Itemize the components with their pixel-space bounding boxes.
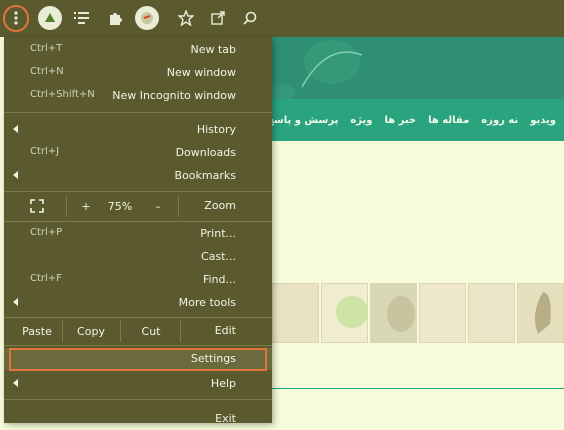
header-decoration [268,40,363,100]
browser-toolbar [0,0,564,37]
menu-item-new-incognito[interactable]: Ctrl+Shift+N New Incognito window [4,85,272,107]
menu-item-label: Print... [200,227,236,240]
paste-button[interactable]: Paste [12,320,62,342]
puzzle-extensions-icon[interactable] [103,6,127,30]
menu-separator [4,191,272,192]
menu-item-label: Downloads [175,146,236,159]
menu-item-edit: Paste Copy Cut Edit [4,320,272,342]
edit-divider [120,320,121,342]
submenu-arrow-icon [13,379,18,387]
menu-item-label: New window [166,66,236,79]
shortcut-label: Ctrl+N [30,66,64,77]
gallery-thumbnail[interactable] [419,283,466,343]
share-icon[interactable] [206,6,230,30]
profile-icon[interactable] [135,6,159,30]
menu-item-label: History [196,123,236,136]
menu-item-label: New Incognito window [112,89,236,102]
search-icon[interactable] [238,6,262,30]
nav-item[interactable]: ویدیو [530,115,556,126]
nav-item[interactable]: خبر ها [384,115,416,126]
nav-item[interactable]: پرسش و پاسخ [272,115,338,126]
gallery-thumbnail[interactable] [468,283,515,343]
shortcut-label: Ctrl+J [30,146,60,157]
menu-item-label: Find... [202,273,236,286]
menu-separator [4,221,272,222]
zoom-out-button[interactable]: – [146,195,170,217]
menu-item-history[interactable]: History [4,119,272,141]
zoom-divider [178,195,179,217]
menu-item-find[interactable]: Ctrl+F Find... [4,269,272,291]
submenu-arrow-icon [13,171,18,179]
kebab-highlight [3,5,29,32]
menu-item-downloads[interactable]: Ctrl+J Downloads [4,142,272,164]
menu-separator [4,112,272,113]
menu-item-new-tab[interactable]: Ctrl+T New tab [4,39,272,61]
settings-highlight [9,348,267,371]
site-nav: پرسش و پاسخ ویژه خبر ها مقاله ها نه روزه… [272,99,564,141]
menu-item-bookmarks[interactable]: Bookmarks [4,165,272,187]
menu-item-more-tools[interactable]: More tools [4,292,272,314]
menu-item-label: More tools [178,296,236,309]
gallery-thumbnail[interactable] [517,283,564,343]
nav-item[interactable]: نه روزه [481,115,518,126]
zoom-divider [66,195,67,217]
nav-item[interactable]: ویژه [350,115,372,126]
gallery-thumbnail[interactable] [272,283,319,343]
edit-divider [62,320,63,342]
menu-item-help[interactable]: Help [4,373,272,395]
cut-button[interactable]: Cut [122,320,180,342]
menu-item-cast[interactable]: Cast... [4,246,272,268]
menu-separator [4,345,272,346]
site-header-banner [268,37,564,100]
shortcut-label: Ctrl+P [30,227,63,238]
menu-item-exit[interactable]: Exit [4,408,272,430]
submenu-arrow-icon [13,125,18,133]
menu-item-label: Zoom [204,199,236,212]
zoom-level: 75% [107,199,133,213]
shortcut-label: Ctrl+F [30,273,62,284]
fullscreen-icon[interactable] [24,195,50,217]
image-gallery [272,283,564,343]
browser-main-menu: Ctrl+T New tab Ctrl+N New window Ctrl+Sh… [4,37,272,425]
menu-item-label: New tab [190,43,236,56]
menu-separator [4,399,272,400]
shortcut-label: Ctrl+T [30,43,63,54]
content-divider [272,388,564,389]
shortcut-label: Ctrl+Shift+N [30,89,95,100]
nav-item[interactable]: مقاله ها [428,115,469,126]
edit-divider [180,320,181,342]
submenu-arrow-icon [13,298,18,306]
star-icon[interactable] [174,6,198,30]
menu-item-label: Help [210,377,236,390]
zoom-in-button[interactable]: + [74,195,98,217]
menu-item-print[interactable]: Ctrl+P Print... [4,223,272,245]
menu-item-new-window[interactable]: Ctrl+N New window [4,62,272,84]
extension-logo-icon[interactable] [38,6,62,30]
menu-item-zoom: + 75% – Zoom [4,195,272,217]
menu-separator [4,317,272,318]
gallery-thumbnail[interactable] [321,283,368,343]
copy-button[interactable]: Copy [64,320,118,342]
menu-item-label: Bookmarks [174,169,236,182]
menu-item-label: Exit [215,412,236,425]
menu-item-label: Edit [214,324,236,337]
reading-list-icon[interactable] [70,6,94,30]
gallery-thumbnail[interactable] [370,283,417,343]
menu-item-label: Cast... [201,250,236,263]
